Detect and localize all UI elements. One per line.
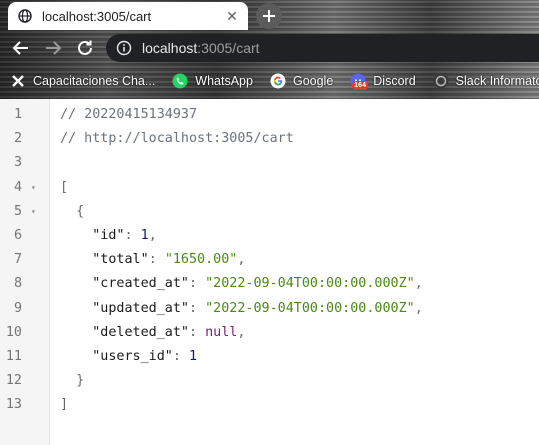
google-icon (270, 73, 286, 89)
line-content: // 20220415134937 (60, 107, 198, 122)
reload-icon (78, 40, 92, 55)
code-line: 3 (0, 151, 539, 175)
code-line: 7 "total": "1650.00", (0, 248, 539, 272)
line-number: 9 (13, 300, 22, 316)
line-number: 12 (5, 373, 22, 389)
bookmark-label: Slack Informatorio (455, 74, 539, 88)
line-number: 6 (13, 228, 22, 243)
line-number: 1 (13, 107, 22, 122)
json-value: null (205, 324, 238, 340)
url-text[interactable]: localhost:3005/cart (142, 40, 260, 56)
line-content: // http://localhost:3005/cart (60, 131, 294, 147)
bookmark-label: Google (292, 74, 334, 88)
line-number: 13 (5, 397, 22, 413)
line-content: ] (60, 397, 69, 413)
slack-icon (433, 73, 449, 89)
globe-icon (18, 9, 32, 23)
line-content: "updated_at": "2022-09-04T00:00:00.000Z"… (92, 300, 423, 316)
line-content: } (60, 373, 85, 389)
code-line: 10 "deleted_at": null, (0, 321, 539, 345)
line-number: 4 (13, 179, 22, 195)
line-number: 2 (13, 131, 22, 147)
info-icon[interactable] (116, 40, 132, 56)
code-line: 4 ▾ [ (0, 176, 539, 200)
bookmarks-bar: Capacitaciones Cha... WhatsApp Google 16… (0, 66, 539, 96)
json-value: "2022-09-04T00:00:00.000Z" (205, 276, 415, 292)
fold-toggle-icon[interactable]: ▾ (31, 200, 36, 224)
line-number: 11 (5, 349, 22, 364)
new-tab-button[interactable] (256, 3, 282, 29)
json-value: 1 (189, 349, 198, 364)
line-content: "total": "1650.00", (92, 252, 246, 268)
forward-button[interactable] (42, 37, 64, 59)
code-line: 12 } (0, 369, 539, 393)
address-bar[interactable]: localhost:3005/cart (106, 34, 539, 62)
url-host: localhost (142, 40, 198, 56)
url-path: :3005/cart (197, 40, 260, 56)
bookmark-capacitaciones[interactable]: Capacitaciones Cha... (10, 73, 155, 89)
json-viewer: 1 // 20220415134937 2 // http://localhost:3… (0, 99, 539, 445)
line-content: [ (60, 179, 69, 195)
bookmark-whatsapp[interactable]: WhatsApp (172, 73, 253, 89)
tools-icon (10, 73, 26, 89)
line-content: { (60, 203, 85, 219)
json-key: "updated_at" (92, 300, 189, 316)
code-line: 8 "created_at": "2022-09-04T00:00:00.000… (0, 272, 539, 296)
plus-icon (263, 10, 275, 22)
line-content: "deleted_at": null, (92, 324, 246, 340)
arrow-right-icon (46, 41, 62, 55)
json-key: "deleted_at" (92, 324, 189, 340)
line-number: 5 (13, 203, 22, 219)
line-content: "created_at": "2022-09-04T00:00:00.000Z"… (92, 276, 423, 292)
reload-button[interactable] (74, 37, 96, 59)
json-value: "2022-09-04T00:00:00.000Z" (205, 300, 415, 316)
discord-icon: 164 (350, 73, 368, 90)
json-key: "total" (92, 252, 149, 268)
code-line: 5 ▾ { (0, 200, 539, 224)
json-value: "1650.00" (164, 252, 238, 268)
whatsapp-icon (172, 73, 188, 89)
code-line: 9 "updated_at": "2022-09-04T00:00:00.000… (0, 297, 539, 321)
line-number: 3 (13, 155, 22, 171)
line-number: 10 (5, 324, 22, 340)
code-line: 2 // http://localhost:3005/cart (0, 127, 539, 151)
bookmark-discord[interactable]: 164 Discord (350, 73, 416, 90)
toolbar: localhost:3005/cart (0, 30, 539, 66)
bookmark-label: Capacitaciones Cha... (33, 74, 156, 88)
line-content: "users_id": 1 (92, 349, 198, 364)
close-icon[interactable]: ✕ (224, 8, 240, 24)
code-line: 11 "users_id": 1 (0, 345, 539, 369)
tab-title: localhost:3005/cart (42, 8, 152, 24)
bookmark-label: Discord (373, 74, 416, 88)
bookmark-google[interactable]: Google (270, 73, 333, 89)
code-line: 13] (0, 393, 539, 417)
line-content: "id": 1, (92, 228, 157, 243)
code-line: 6 "id": 1, (0, 224, 539, 248)
browser-chrome: localhost:3005/cart ✕ localhost:3005/car… (0, 0, 539, 99)
json-value: 1 (140, 228, 149, 243)
json-key: "id" (92, 228, 125, 243)
line-number: 7 (13, 252, 22, 268)
tab-strip: localhost:3005/cart ✕ (0, 0, 539, 30)
bookmark-slack[interactable]: Slack Informatorio (433, 73, 539, 89)
line-number: 8 (13, 276, 22, 292)
notification-badge: 164 (352, 81, 368, 90)
code-line: 1 // 20220415134937 (0, 103, 539, 127)
arrow-left-icon (12, 41, 28, 55)
tab-localhost-cart[interactable]: localhost:3005/cart ✕ (8, 2, 248, 30)
back-button[interactable] (10, 37, 32, 59)
bookmark-label: WhatsApp (195, 74, 253, 88)
json-key: "users_id" (92, 349, 173, 364)
json-key: "created_at" (92, 276, 189, 292)
fold-toggle-icon[interactable]: ▾ (31, 176, 36, 200)
